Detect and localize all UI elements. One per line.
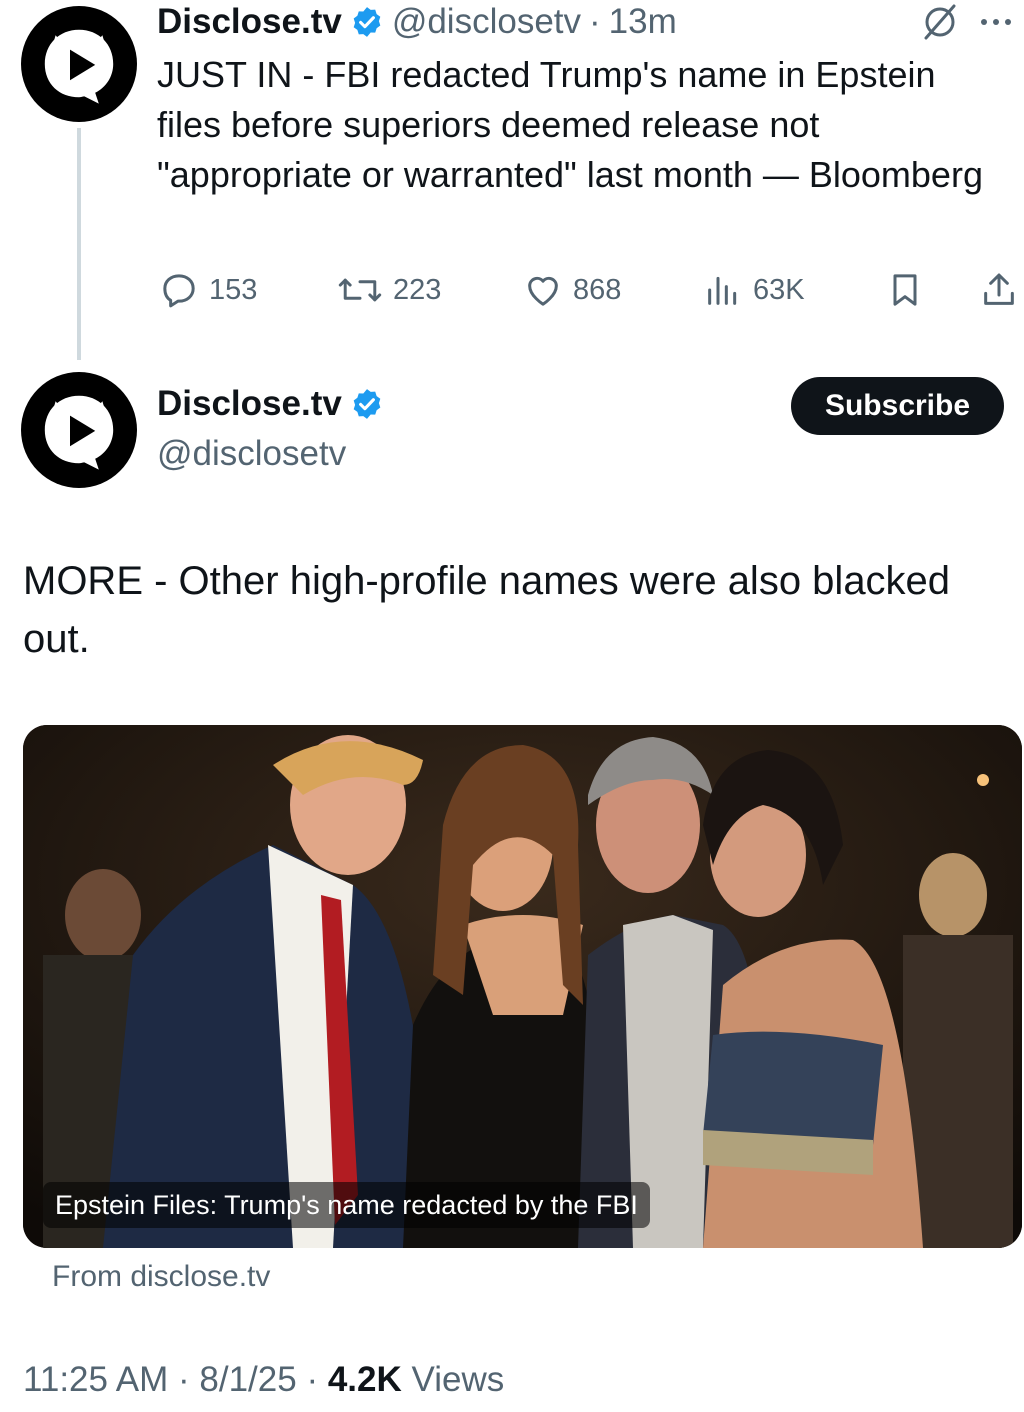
- tweet1-action-bar: 153 223 868 63K: [157, 268, 1019, 312]
- reply-button[interactable]: 153: [159, 268, 257, 312]
- author-name[interactable]: Disclose.tv: [157, 2, 342, 42]
- card-photo: [23, 725, 1022, 1248]
- timestamp[interactable]: 13m: [609, 2, 677, 42]
- tweet1-header: Disclose.tv @disclosetv · 13m: [157, 0, 677, 44]
- views-total: 4.2K: [327, 1360, 402, 1399]
- more-icon[interactable]: [978, 12, 1014, 37]
- disclose-logo-icon: [44, 395, 114, 470]
- thread-connector-line: [77, 128, 81, 360]
- share-button[interactable]: [979, 268, 1019, 312]
- author-handle[interactable]: @disclosetv: [157, 434, 346, 474]
- author-name[interactable]: Disclose.tv: [157, 384, 342, 424]
- bookmark-icon: [893, 274, 917, 306]
- repost-icon: [338, 278, 382, 302]
- post-time[interactable]: 11:25 AM: [23, 1360, 168, 1399]
- separator-dot: ·: [178, 1360, 190, 1399]
- avatar[interactable]: [21, 6, 137, 122]
- tweet1-top-actions: [920, 2, 1014, 47]
- share-icon: [984, 273, 1014, 305]
- reply-icon: [163, 274, 195, 308]
- views-button[interactable]: 63K: [703, 268, 805, 312]
- verified-badge-icon: [350, 387, 384, 421]
- repost-button[interactable]: 223: [337, 268, 441, 312]
- card-source[interactable]: From disclose.tv: [52, 1260, 270, 1294]
- views-label: Views: [411, 1360, 505, 1399]
- disclose-logo-icon: [44, 29, 114, 104]
- tweet2-author: Disclose.tv: [157, 384, 384, 424]
- like-button[interactable]: 868: [523, 268, 621, 312]
- grok-icon[interactable]: [920, 2, 960, 47]
- views-icon: [708, 276, 737, 305]
- bookmark-button[interactable]: [885, 268, 925, 312]
- tweet2-text: MORE - Other high-profile names were als…: [23, 559, 951, 661]
- views-count: 63K: [753, 273, 805, 306]
- like-count: 868: [573, 273, 622, 306]
- avatar[interactable]: [21, 372, 137, 488]
- repost-count: 223: [393, 273, 442, 306]
- card-caption: Epstein Files: Trump's name redacted by …: [43, 1182, 650, 1228]
- verified-badge-icon: [350, 5, 384, 39]
- like-icon: [528, 276, 558, 306]
- author-handle[interactable]: @disclosetv: [392, 2, 581, 42]
- reply-count: 153: [209, 273, 258, 306]
- post-date[interactable]: 8/1/25: [199, 1360, 296, 1399]
- tweet-meta: 11:25 AM · 8/1/25 · 4.2K Views: [23, 1360, 504, 1400]
- separator-dot: ·: [589, 2, 601, 41]
- link-card[interactable]: Epstein Files: Trump's name redacted by …: [23, 725, 1022, 1248]
- subscribe-button[interactable]: Subscribe: [791, 377, 1004, 435]
- separator-dot: ·: [306, 1360, 319, 1399]
- tweet1-text: JUST IN - FBI redacted Trump's name in E…: [157, 54, 983, 195]
